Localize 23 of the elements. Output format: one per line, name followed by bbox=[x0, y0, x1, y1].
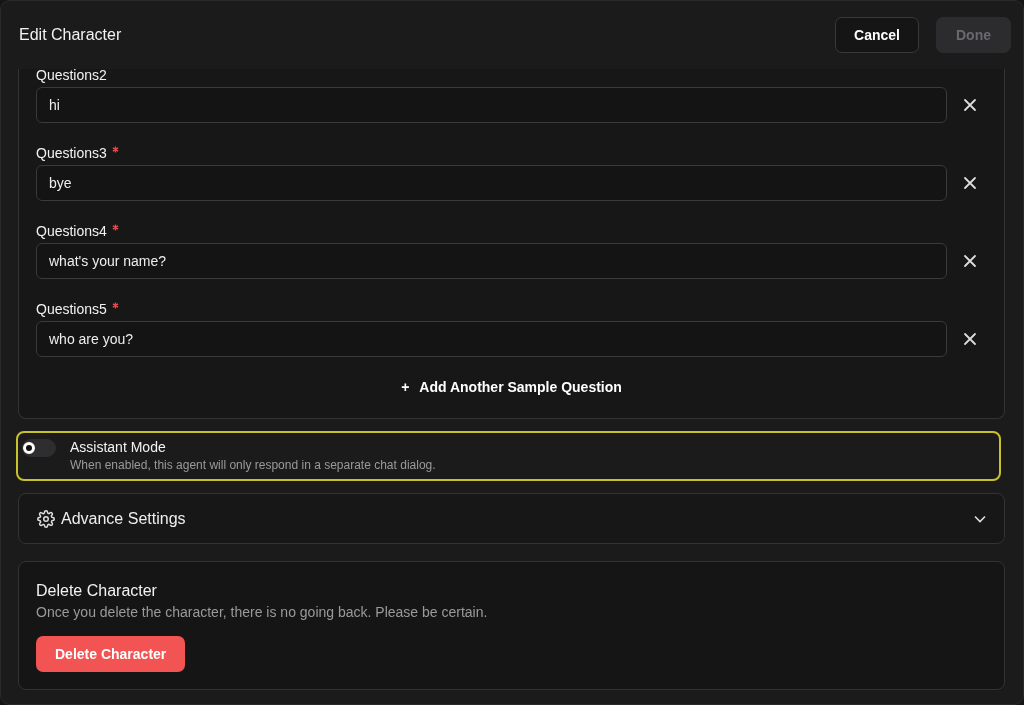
field-label: Questions3 bbox=[36, 144, 107, 163]
input-field[interactable]: hi bbox=[36, 87, 947, 123]
input-field[interactable]: what's your name? bbox=[36, 243, 947, 279]
close-icon[interactable] bbox=[963, 98, 977, 112]
field-label: Questions2 bbox=[36, 69, 107, 85]
toggle-label: Assistant Mode bbox=[70, 439, 167, 455]
add-question-button[interactable]: + Add Another Sample Question bbox=[393, 369, 630, 405]
toggle-switch[interactable] bbox=[22, 439, 56, 457]
section-title: Delete Character bbox=[36, 582, 158, 600]
close-icon[interactable] bbox=[963, 254, 977, 268]
close-icon[interactable] bbox=[963, 332, 977, 346]
field-label: Questions4 bbox=[36, 222, 107, 241]
chevron-icon bbox=[974, 514, 986, 523]
advance-settings-accordion[interactable]: Advance Settings bbox=[18, 493, 1005, 544]
field-label: Questions5 bbox=[36, 300, 107, 319]
cancel-button[interactable]: Cancel bbox=[835, 17, 919, 53]
input-field[interactable]: bye bbox=[36, 165, 947, 201]
close-icon[interactable] bbox=[963, 176, 977, 190]
settings-icon bbox=[37, 509, 55, 528]
toggle-description: When enabled, this agent will only respond in a separate chat dialog. bbox=[70, 458, 436, 472]
warning-text: Once you delete the character, there is no going back. Please be certain. bbox=[36, 604, 489, 620]
dialog-title: Edit Character bbox=[19, 26, 123, 44]
input-field[interactable]: who are you? bbox=[36, 321, 947, 357]
